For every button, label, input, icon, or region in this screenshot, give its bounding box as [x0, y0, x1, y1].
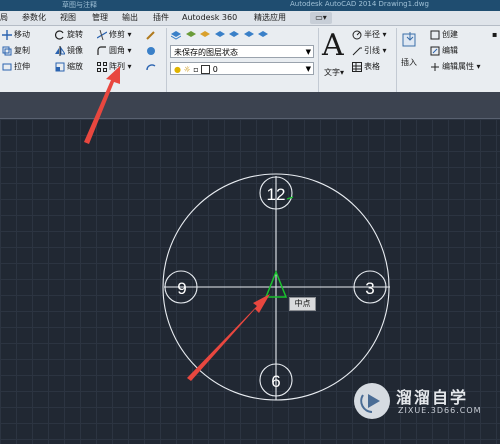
number-3: 3 [365, 279, 374, 298]
watermark-play-icon [354, 383, 390, 419]
snap-tooltip: 中点 [289, 297, 316, 311]
watermark-title: 溜溜自学 [396, 388, 469, 407]
watermark: 溜溜自学 ZIXUE.3D66.COM [352, 378, 481, 424]
annotation-arrow-down [187, 294, 270, 381]
watermark-url: ZIXUE.3D66.COM [398, 406, 482, 415]
green-cursor-tick [286, 196, 294, 200]
number-9: 9 [177, 279, 186, 298]
annotation-arrow-up [84, 66, 120, 144]
number-12: 12 [267, 185, 286, 204]
number-6: 6 [271, 372, 280, 391]
